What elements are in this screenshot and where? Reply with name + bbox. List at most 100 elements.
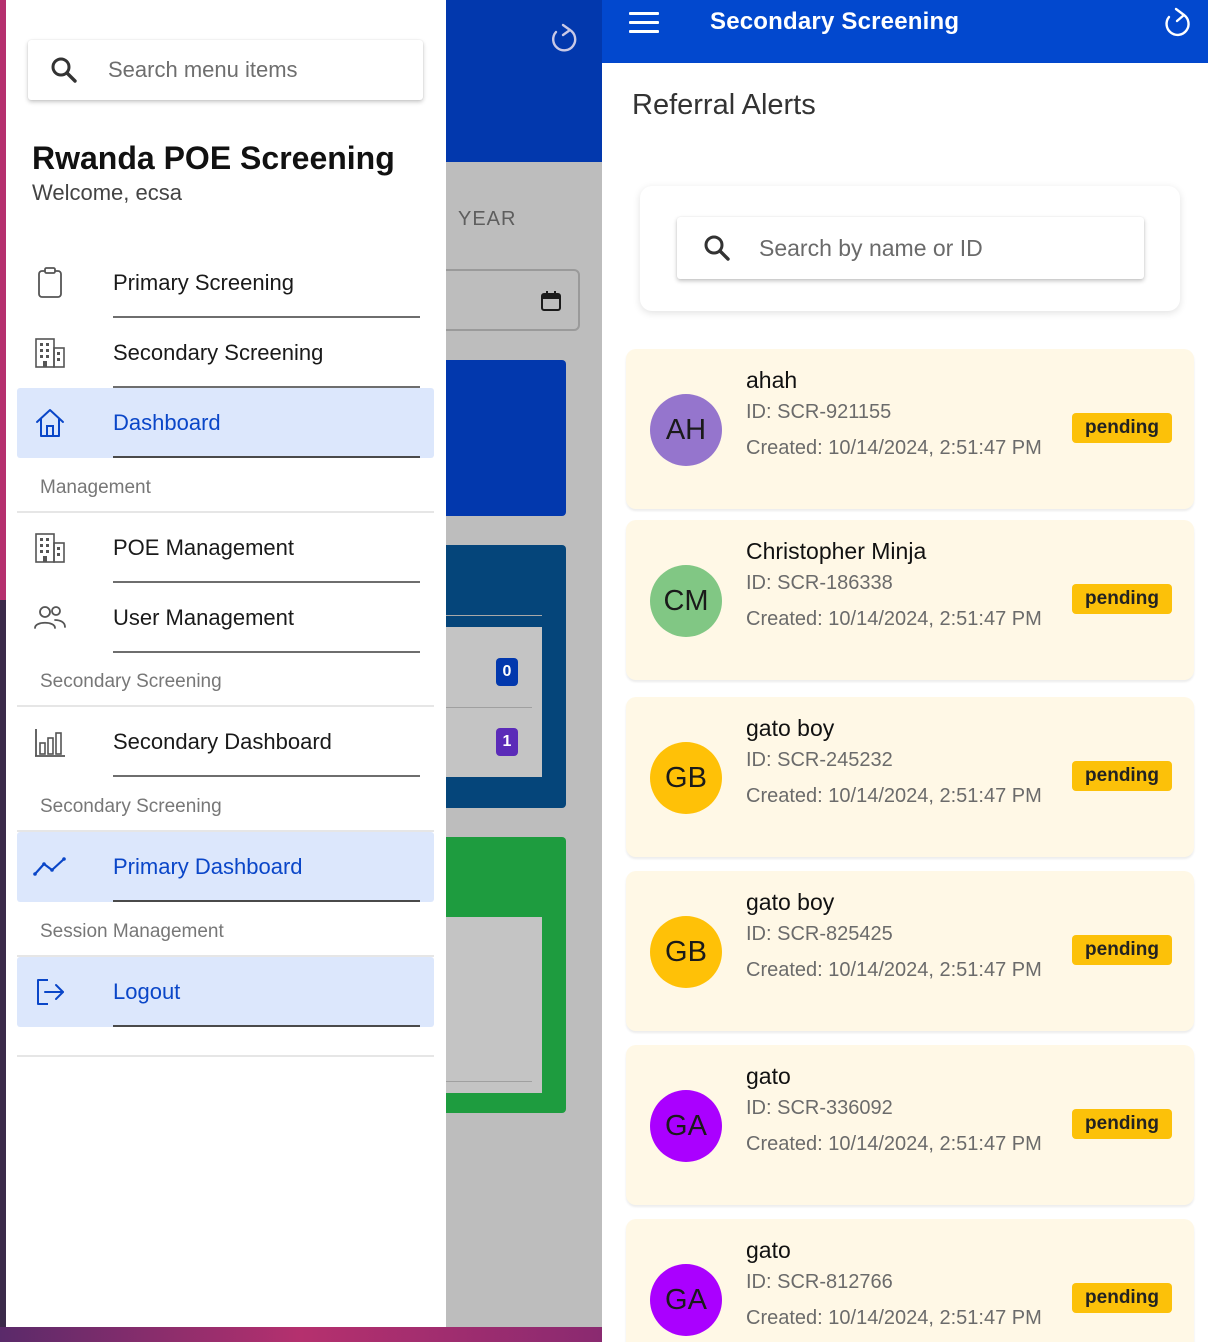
card-body (446, 917, 542, 1093)
alert-created: Created: 10/14/2024, 2:51:47 PM (746, 608, 1042, 630)
menu-icon[interactable] (629, 12, 661, 34)
device-edge (0, 1327, 602, 1342)
dimmed-background-app: YEAR 0 1 (446, 0, 602, 1328)
top-bar-title: Secondary Screening (710, 8, 960, 35)
alert-created: Created: 10/14/2024, 2:51:47 PM (746, 785, 1042, 807)
menu-item-secondary-screening[interactable]: Secondary Screening (17, 318, 434, 388)
menu-search-input[interactable] (108, 50, 408, 90)
alert-name: Christopher Minja (746, 538, 927, 564)
menu-item-user-management[interactable]: User Management (17, 583, 434, 653)
left-phone-screen: YEAR 0 1 Search menu items Rwanda POE Sc… (0, 0, 602, 1342)
search-icon (704, 235, 730, 261)
alert-name: gato boy (746, 715, 835, 741)
avatar: CM (650, 565, 722, 637)
menu-item-label: POE Management (113, 535, 294, 560)
avatar: GB (650, 742, 722, 814)
divider (446, 615, 542, 616)
users-icon (34, 606, 66, 629)
item-divider (113, 456, 420, 458)
menu-item-primary-dashboard[interactable]: Primary Dashboard (17, 832, 434, 902)
page-title: Referral Alerts (632, 89, 816, 121)
menu-item-logout[interactable]: Logout (17, 957, 434, 1027)
alert-name: gato boy (746, 889, 835, 915)
count-badge: 1 (496, 728, 518, 756)
menu-item-poe-management[interactable]: POE Management (17, 513, 434, 583)
status-badge: pending (1072, 761, 1172, 791)
alert-card[interactable]: CM Christopher Minja ID: SCR-186338 Crea… (626, 520, 1194, 680)
alert-card[interactable]: AH ahah ID: SCR-921155 Created: 10/14/20… (626, 349, 1194, 509)
alert-card[interactable]: GA gato ID: SCR-336092 Created: 10/14/20… (626, 1045, 1194, 1205)
alert-search-input[interactable] (759, 228, 1129, 268)
app-top-bar: Secondary Screening (602, 0, 1208, 63)
alert-name: ahah (746, 367, 798, 393)
alert-name: gato (746, 1237, 791, 1263)
bar-chart-icon (35, 729, 65, 757)
section-header: Secondary Screening (40, 671, 222, 692)
section-divider (17, 1055, 434, 1057)
menu-item-label: User Management (113, 605, 294, 630)
menu-item-dashboard[interactable]: Dashboard (17, 388, 434, 458)
alert-card[interactable]: GB gato boy ID: SCR-825425 Created: 10/1… (626, 871, 1194, 1031)
status-badge: pending (1072, 1109, 1172, 1139)
refresh-icon[interactable] (1160, 5, 1192, 41)
menu-item-label: Secondary Dashboard (113, 729, 332, 754)
menu-item-secondary-dashboard[interactable]: Secondary Dashboard (17, 707, 434, 777)
home-icon (36, 409, 64, 437)
clipboard-icon (38, 267, 62, 298)
section-header: Session Management (40, 921, 224, 942)
logout-icon (37, 979, 64, 1005)
alert-id: ID: SCR-812766 (746, 1271, 893, 1293)
status-badge: pending (1072, 1283, 1172, 1313)
menu-item-label: Primary Dashboard (113, 854, 303, 879)
summary-card-blue (446, 360, 566, 516)
menu-item-primary-screening[interactable]: Primary Screening (17, 248, 434, 318)
section-header: Management (40, 477, 151, 498)
right-phone-screen: Secondary Screening Referral Alerts AH a… (602, 0, 1208, 1342)
divider (446, 707, 532, 708)
alert-id: ID: SCR-336092 (746, 1097, 893, 1119)
background-header (446, 0, 602, 162)
card-body (446, 627, 542, 777)
item-divider (113, 900, 420, 902)
item-divider (113, 651, 420, 653)
search-icon (51, 57, 77, 83)
item-divider (113, 1025, 420, 1027)
status-badge: pending (1072, 935, 1172, 965)
avatar: GA (650, 1264, 722, 1336)
menu-item-label: Primary Screening (113, 270, 294, 295)
alert-name: gato (746, 1063, 791, 1089)
page-header: Referral Alerts (602, 63, 1208, 149)
search-card (640, 186, 1180, 311)
alert-created: Created: 10/14/2024, 2:51:47 PM (746, 959, 1042, 981)
alert-created: Created: 10/14/2024, 2:51:47 PM (746, 1307, 1042, 1329)
alert-created: Created: 10/14/2024, 2:51:47 PM (746, 437, 1042, 459)
avatar: GA (650, 1090, 722, 1162)
trending-icon (33, 857, 66, 876)
calendar-icon (541, 291, 561, 311)
app-title: Rwanda POE Screening (32, 140, 395, 176)
menu-search-bar[interactable] (28, 40, 423, 100)
alert-card[interactable]: GA gato ID: SCR-812766 Created: 10/14/20… (626, 1219, 1194, 1342)
avatar: AH (650, 394, 722, 466)
status-badge: pending (1072, 413, 1172, 443)
alert-search-bar[interactable] (677, 217, 1144, 279)
alert-id: ID: SCR-921155 (746, 401, 892, 423)
alert-card[interactable]: GB gato boy ID: SCR-245232 Created: 10/1… (626, 697, 1194, 857)
summary-card-green (446, 837, 566, 1113)
avatar: GB (650, 916, 722, 988)
alert-id: ID: SCR-825425 (746, 923, 893, 945)
count-badge: 0 (496, 658, 518, 686)
side-drawer: Rwanda POE Screening Welcome, ecsa Prima… (6, 0, 446, 1328)
alert-id: ID: SCR-245232 (746, 749, 893, 771)
alerts-content: AH ahah ID: SCR-921155 Created: 10/14/20… (602, 149, 1208, 1342)
welcome-text: Welcome, ecsa (32, 180, 182, 205)
refresh-icon (552, 23, 577, 52)
building-icon (35, 338, 65, 368)
divider (446, 1081, 532, 1082)
menu-item-label: Logout (113, 979, 181, 1004)
alert-created: Created: 10/14/2024, 2:51:47 PM (746, 1133, 1042, 1155)
section-header: Secondary Screening (40, 796, 222, 817)
item-divider (113, 775, 420, 777)
building-icon (35, 533, 65, 563)
menu-item-label: Secondary Screening (113, 340, 324, 365)
